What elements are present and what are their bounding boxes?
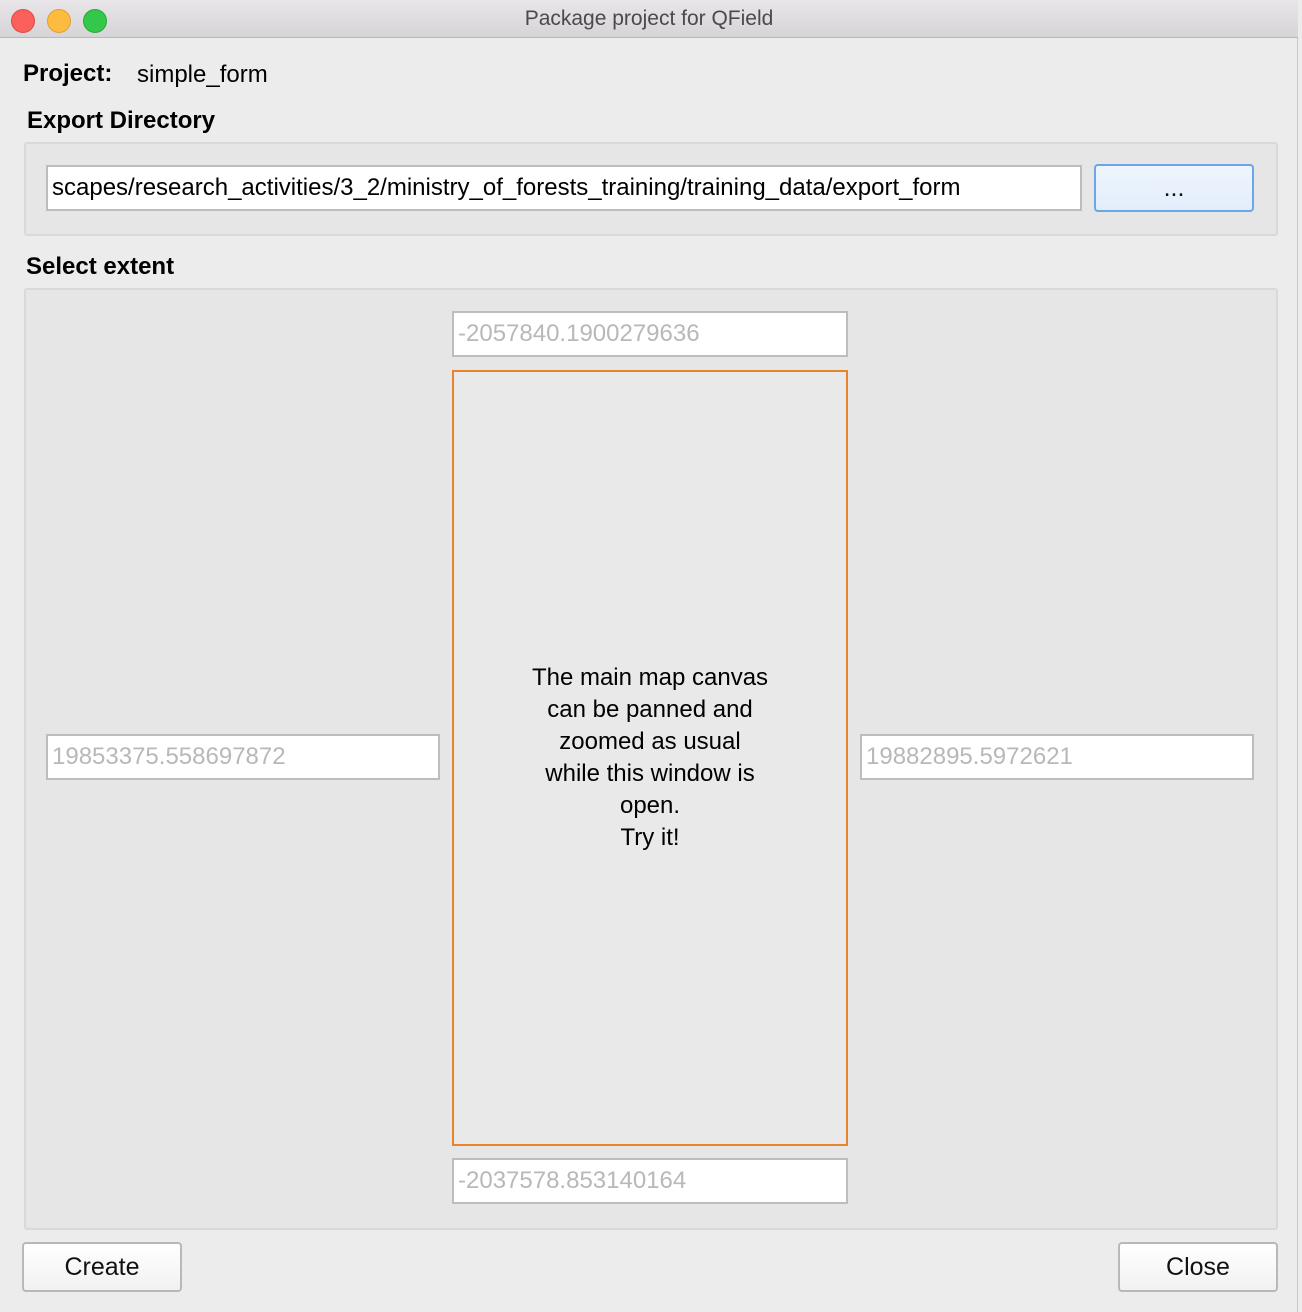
extent-south-input[interactable]: -2037578.853140164: [452, 1158, 848, 1204]
extent-message-line: open.: [619, 792, 681, 819]
export-directory-heading: Export Directory: [27, 107, 216, 134]
project-name: simple_form: [137, 61, 268, 88]
extent-west-input[interactable]: 19853375.558697872: [46, 734, 440, 780]
extent-preview-box: The main map canvas can be panned and zo…: [452, 370, 848, 1146]
close-button[interactable]: Close: [1118, 1242, 1278, 1292]
extent-north-input[interactable]: -2057840.1900279636: [452, 311, 848, 357]
extent-message-line: while this window is: [545, 760, 755, 787]
extent-message-line: zoomed as usual: [559, 728, 741, 755]
create-button[interactable]: Create: [22, 1242, 182, 1292]
extent-message-line: Try it!: [620, 824, 680, 851]
package-project-dialog: Package project for QField Project: simp…: [0, 0, 1298, 1312]
browse-directory-button[interactable]: ...: [1094, 164, 1254, 212]
extent-east-input[interactable]: 19882895.5972621: [860, 734, 1254, 780]
extent-message: The main map canvas can be panned and zo…: [500, 662, 800, 854]
export-directory-input[interactable]: scapes/research_activities/3_2/ministry_…: [46, 165, 1082, 211]
project-label: Project:: [23, 60, 113, 87]
select-extent-heading: Select extent: [26, 253, 175, 280]
extent-message-line: The main map canvas: [531, 664, 769, 691]
window-title: Package project for QField: [524, 7, 774, 30]
title-bar[interactable]: Package project for QField: [0, 0, 1298, 38]
extent-message-line: can be panned and: [547, 696, 753, 723]
